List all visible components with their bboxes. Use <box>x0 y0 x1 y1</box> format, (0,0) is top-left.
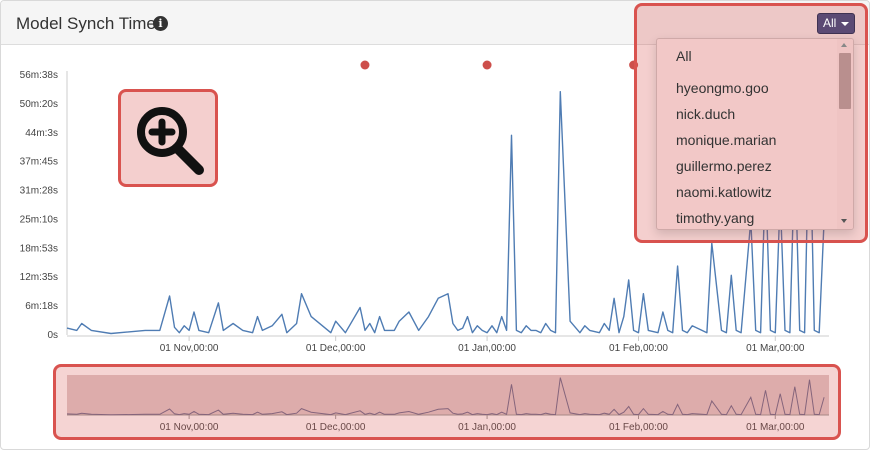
x-tick-label: 01 Mar,00:00 <box>746 343 805 354</box>
y-tick-label: 50m:20s <box>20 99 58 110</box>
y-tick-label: 6m:18s <box>25 301 58 312</box>
menu-item-all[interactable]: All <box>676 48 692 64</box>
x-tick-label: 01 Nov,00:00 <box>160 343 219 354</box>
menu-item-user[interactable]: timothy.yang <box>676 210 754 226</box>
event-marker <box>482 60 492 70</box>
caret-down-icon <box>841 22 849 26</box>
y-tick-label: 37m:45s <box>20 157 58 168</box>
chart-panel: Model Synch Time i 0s 6m:18s 12m:35s 18m:53… <box>0 0 870 450</box>
scroll-down-icon[interactable] <box>841 219 847 223</box>
menu-item-user[interactable]: nick.duch <box>676 106 735 122</box>
event-markers <box>360 60 639 70</box>
user-filter-menu[interactable]: All hyeongmo.goo nick.duch monique.maria… <box>656 38 854 230</box>
menu-item-user[interactable]: naomi.katlowitz <box>676 184 772 200</box>
user-filter-button[interactable]: All <box>817 13 855 34</box>
menu-item-user[interactable]: monique.marian <box>676 132 776 148</box>
x-tick-label: 01 Jan,00:00 <box>458 343 516 354</box>
x-axis: 01 Nov,00:00 01 Dec,00:00 01 Jan,00:00 01 F… <box>67 335 829 354</box>
scroll-up-icon[interactable] <box>841 43 847 47</box>
x-tick-label: 01 Dec,00:00 <box>306 343 366 354</box>
y-tick-label: 31m:28s <box>20 186 58 197</box>
menu-scrollbar[interactable] <box>837 39 853 229</box>
zoom-highlight[interactable] <box>118 89 218 187</box>
y-tick-label: 12m:35s <box>20 272 58 283</box>
y-tick-label: 18m:53s <box>20 243 58 254</box>
scroll-thumb[interactable] <box>839 53 851 109</box>
event-marker <box>360 60 370 70</box>
y-tick-label: 56m:38s <box>20 70 58 81</box>
menu-item-user[interactable]: hyeongmo.goo <box>676 80 769 96</box>
y-tick-label: 0s <box>47 330 58 341</box>
y-tick-label: 25m:10s <box>20 214 58 225</box>
navigator-highlight[interactable] <box>53 364 841 440</box>
zoom-in-icon[interactable] <box>121 92 215 184</box>
user-filter-label: All <box>823 16 837 30</box>
menu-item-user[interactable]: guillermo.perez <box>676 158 772 174</box>
y-tick-label: 44m:3s <box>25 128 58 139</box>
y-axis: 0s 6m:18s 12m:35s 18m:53s 25m:10s 31m:28s 37m:… <box>20 70 68 341</box>
x-tick-label: 01 Feb,00:00 <box>609 343 668 354</box>
